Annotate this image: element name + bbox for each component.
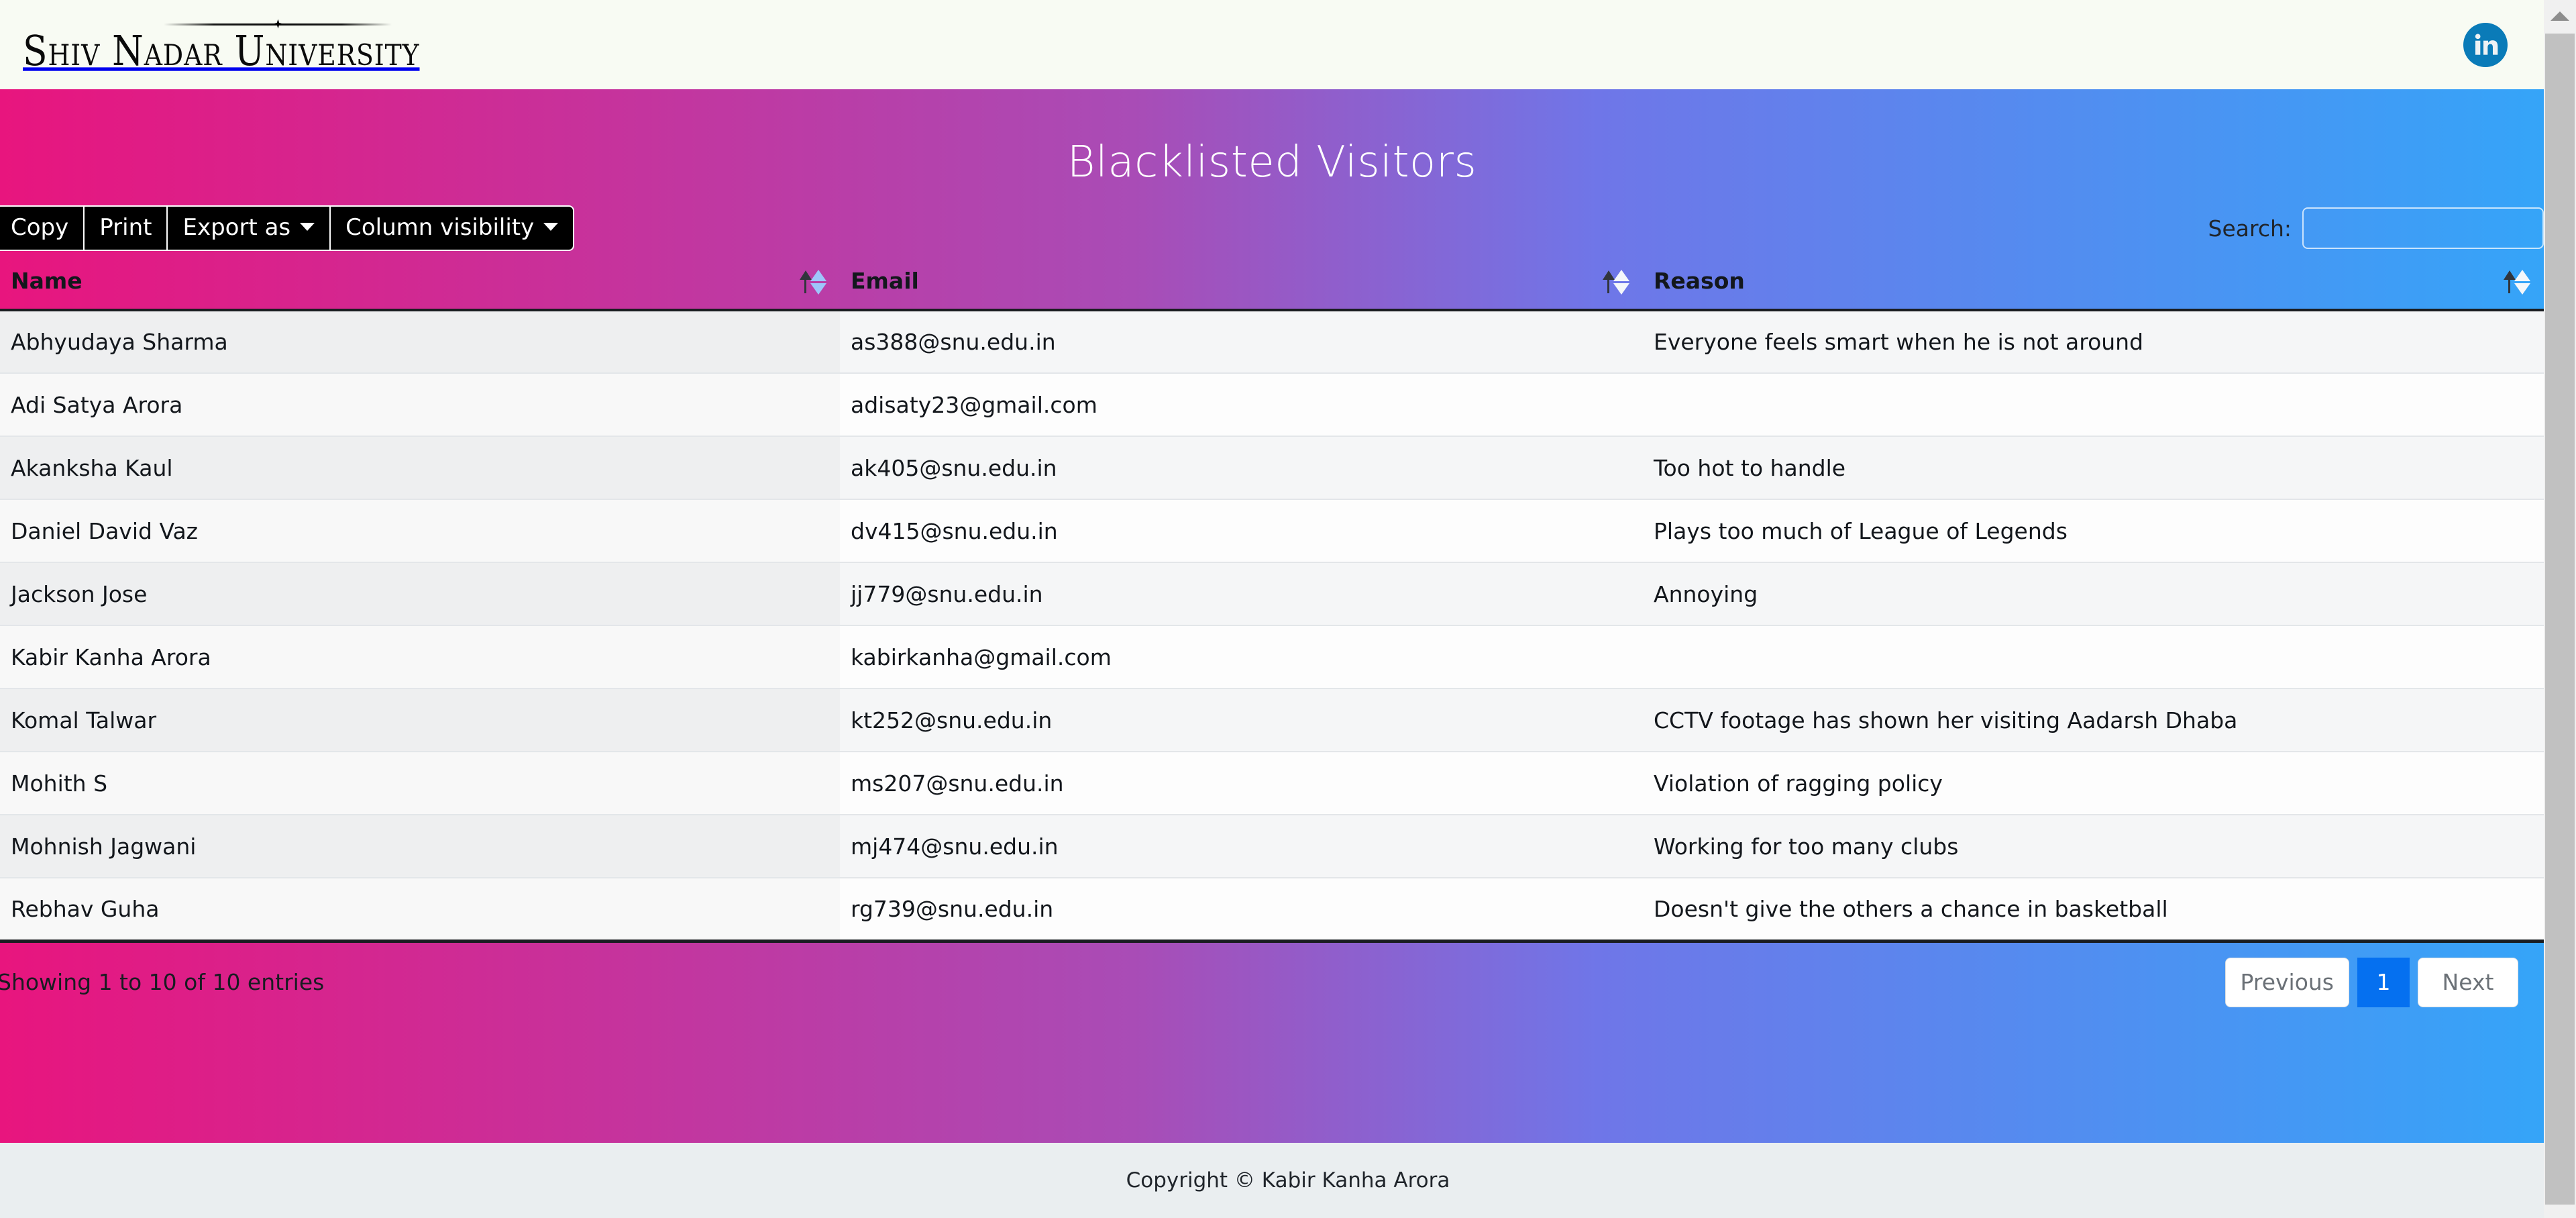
cell-email: rg739@snu.edu.in xyxy=(840,878,1643,941)
table-head: Name Email xyxy=(0,256,2544,310)
gradient-main-panel: Blacklisted Visitors Copy Print Export a… xyxy=(0,89,2576,1143)
copy-button-label: Copy xyxy=(11,214,68,241)
table-row[interactable]: Mohnish Jagwanimj474@snu.edu.inWorking f… xyxy=(0,815,2544,878)
table-row[interactable]: Kabir Kanha Arorakabirkanha@gmail.com xyxy=(0,625,2544,689)
cell-email: mj474@snu.edu.in xyxy=(840,815,1643,878)
datatable-footer: Showing 1 to 10 of 10 entries Previous 1… xyxy=(0,943,2544,1022)
cell-reason: Too hot to handle xyxy=(1643,436,2544,499)
vertical-scrollbar[interactable] xyxy=(2544,0,2576,1218)
cell-reason: Plays too much of League of Legends xyxy=(1643,499,2544,562)
top-navbar: Shiv Nadar University xyxy=(0,0,2576,89)
cell-email: kt252@snu.edu.in xyxy=(840,689,1643,752)
export-button-group: Copy Print Export as Column visibility xyxy=(0,205,574,251)
cell-reason: CCTV footage has shown her visiting Aada… xyxy=(1643,689,2544,752)
sort-both-icon xyxy=(2502,269,2532,296)
column-header-email-label: Email xyxy=(851,268,919,294)
cell-reason: Everyone feels smart when he is not arou… xyxy=(1643,310,2544,373)
linkedin-icon[interactable] xyxy=(2463,23,2508,67)
table-body: Abhyudaya Sharmaas388@snu.edu.inEveryone… xyxy=(0,310,2544,941)
column-header-reason[interactable]: Reason xyxy=(1643,256,2544,310)
cell-reason xyxy=(1643,373,2544,436)
table-row[interactable]: Jackson Josejj779@snu.edu.inAnnoying xyxy=(0,562,2544,625)
print-button-label: Print xyxy=(99,214,152,241)
cell-reason: Violation of ragging policy xyxy=(1643,752,2544,815)
cell-email: dv415@snu.edu.in xyxy=(840,499,1643,562)
table-row[interactable]: Rebhav Guharg739@snu.edu.inDoesn't give … xyxy=(0,878,2544,941)
chevron-down-icon xyxy=(300,223,315,231)
column-header-name-label: Name xyxy=(11,268,83,294)
cell-name: Daniel David Vaz xyxy=(0,499,840,562)
column-visibility-button[interactable]: Column visibility xyxy=(329,205,574,251)
cell-name: Rebhav Guha xyxy=(0,878,840,941)
cell-email: as388@snu.edu.in xyxy=(840,310,1643,373)
previous-page-button[interactable]: Previous xyxy=(2225,958,2349,1007)
datatable-toolbar: Copy Print Export as Column visibility xyxy=(0,194,2544,256)
search-input[interactable] xyxy=(2302,207,2544,249)
next-page-button[interactable]: Next xyxy=(2418,958,2518,1007)
cell-name: Abhyudaya Sharma xyxy=(0,310,840,373)
chevron-down-icon xyxy=(543,223,558,231)
column-header-name[interactable]: Name xyxy=(0,256,840,310)
table-row[interactable]: Komal Talwarkt252@snu.edu.inCCTV footage… xyxy=(0,689,2544,752)
cell-reason: Working for too many clubs xyxy=(1643,815,2544,878)
cell-name: Adi Satya Arora xyxy=(0,373,840,436)
entries-info: Showing 1 to 10 of 10 entries xyxy=(0,969,324,995)
copyright-text: Copyright © Kabir Kanha Arora xyxy=(1126,1168,1450,1192)
cell-email: jj779@snu.edu.in xyxy=(840,562,1643,625)
cell-name: Mohnish Jagwani xyxy=(0,815,840,878)
datatable-container: Name Email xyxy=(0,256,2544,943)
sort-both-icon xyxy=(1601,269,1631,296)
table-row[interactable]: Abhyudaya Sharmaas388@snu.edu.inEveryone… xyxy=(0,310,2544,373)
cell-reason: Doesn't give the others a chance in bask… xyxy=(1643,878,2544,941)
cell-email: ak405@snu.edu.in xyxy=(840,436,1643,499)
cell-reason: Annoying xyxy=(1643,562,2544,625)
cell-reason xyxy=(1643,625,2544,689)
export-as-button[interactable]: Export as xyxy=(166,205,331,251)
cell-email: adisaty23@gmail.com xyxy=(840,373,1643,436)
pagination-controls: Previous 1 Next xyxy=(2225,958,2518,1007)
column-header-reason-label: Reason xyxy=(1654,268,1745,294)
print-button[interactable]: Print xyxy=(83,205,168,251)
search-label: Search: xyxy=(2208,215,2292,242)
brand-name-text: Shiv Nadar University xyxy=(23,30,420,71)
cell-email: ms207@snu.edu.in xyxy=(840,752,1643,815)
cell-name: Kabir Kanha Arora xyxy=(0,625,840,689)
column-header-email[interactable]: Email xyxy=(840,256,1643,310)
site-footer: Copyright © Kabir Kanha Arora xyxy=(0,1143,2576,1218)
export-as-button-label: Export as xyxy=(182,214,290,241)
search-container: Search: xyxy=(2208,207,2544,249)
table-header-row: Name Email xyxy=(0,256,2544,310)
page-root: Shiv Nadar University Blacklisted Visito… xyxy=(0,0,2576,1218)
brand-logo[interactable]: Shiv Nadar University xyxy=(23,19,454,70)
sort-ascending-icon xyxy=(798,269,828,296)
page-number-button-1[interactable]: 1 xyxy=(2357,958,2410,1007)
cell-name: Jackson Jose xyxy=(0,562,840,625)
table-row[interactable]: Akanksha Kaulak405@snu.edu.inToo hot to … xyxy=(0,436,2544,499)
table-row[interactable]: Daniel David Vazdv415@snu.edu.inPlays to… xyxy=(0,499,2544,562)
blacklisted-visitors-table: Name Email xyxy=(0,256,2544,943)
cell-name: Mohith S xyxy=(0,752,840,815)
table-row[interactable]: Mohith Sms207@snu.edu.inViolation of rag… xyxy=(0,752,2544,815)
scrollbar-thumb[interactable] xyxy=(2545,34,2575,1205)
cell-name: Komal Talwar xyxy=(0,689,840,752)
cell-email: kabirkanha@gmail.com xyxy=(840,625,1643,689)
cell-name: Akanksha Kaul xyxy=(0,436,840,499)
column-visibility-button-label: Column visibility xyxy=(345,214,534,241)
copy-button[interactable]: Copy xyxy=(0,205,85,251)
scroll-up-arrow-icon[interactable] xyxy=(2544,0,2576,32)
table-row[interactable]: Adi Satya Aroraadisaty23@gmail.com xyxy=(0,373,2544,436)
page-title: Blacklisted Visitors xyxy=(0,89,2544,194)
